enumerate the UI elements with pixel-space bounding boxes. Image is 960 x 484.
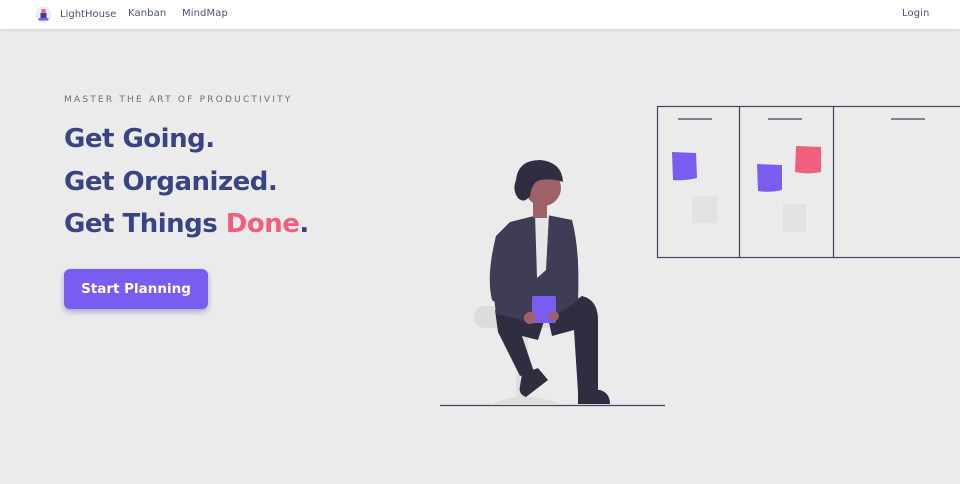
kanban-board-graphic bbox=[656, 105, 960, 259]
lighthouse-logo-icon bbox=[35, 6, 52, 23]
nav-link-mindmap[interactable]: MindMap bbox=[182, 8, 228, 19]
brand-link[interactable]: LightHouse bbox=[35, 6, 116, 23]
hero-headline-line-3: Get Things Done. bbox=[64, 209, 309, 239]
headline-period: . bbox=[299, 209, 309, 239]
brand-name: LightHouse bbox=[60, 9, 117, 20]
person-sitting-kanban-board-illustration bbox=[440, 105, 960, 407]
nav-link-kanban[interactable]: Kanban bbox=[128, 8, 166, 19]
headline-text: Get Things bbox=[64, 209, 226, 239]
headline-accent-word: Done bbox=[225, 209, 300, 239]
start-planning-button[interactable]: Start Planning bbox=[64, 269, 208, 309]
top-navbar: LightHouse Kanban MindMap Login bbox=[0, 0, 960, 29]
person-graphic bbox=[489, 160, 610, 404]
hero-eyebrow: MASTER THE ART OF PRODUCTIVITY bbox=[64, 95, 293, 105]
nav-link-login[interactable]: Login bbox=[902, 8, 929, 19]
hero-headline-line-1: Get Going. bbox=[64, 124, 215, 154]
hero-headline-line-2: Get Organized. bbox=[64, 167, 278, 197]
